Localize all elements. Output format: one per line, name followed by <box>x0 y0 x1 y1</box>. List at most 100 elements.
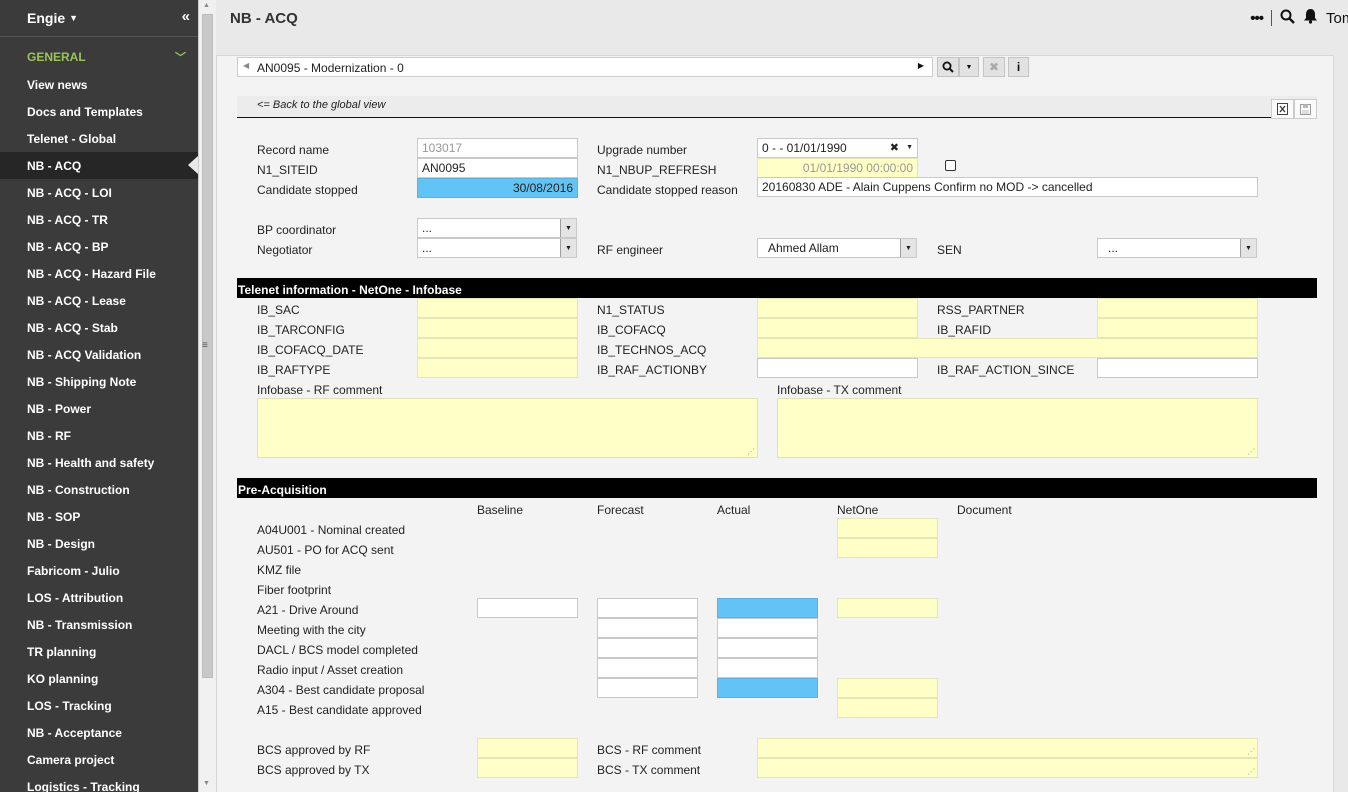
sidebar-item[interactable]: LOS - Attribution <box>0 584 198 611</box>
a304-actual-field[interactable] <box>717 678 818 698</box>
radio-input-forecast-field[interactable] <box>597 658 698 678</box>
a21-netone-field[interactable] <box>837 598 938 618</box>
sidebar-item[interactable]: KO planning <box>0 665 198 692</box>
dropdown-arrow-icon[interactable]: ▼ <box>1240 239 1256 257</box>
ib-raf-actionby-field[interactable] <box>757 358 918 378</box>
a04u001-netone-field[interactable] <box>837 518 938 538</box>
chevron-down-icon[interactable]: ﹀ <box>175 49 186 65</box>
dropdown-arrow-icon[interactable]: ▼ <box>560 239 576 257</box>
au501-netone-field[interactable] <box>837 538 938 558</box>
sidebar-group-general[interactable]: GENERAL ﹀ <box>0 43 198 71</box>
search-icon[interactable] <box>1280 9 1295 28</box>
bp-coordinator-select[interactable]: ... ▼ <box>417 218 577 238</box>
infobase-rf-comment-textarea[interactable]: ⋰ <box>257 398 758 458</box>
brand-name[interactable]: Engie <box>27 10 65 26</box>
a304-netone-field[interactable] <box>837 678 938 698</box>
sidebar-item[interactable]: NB - ACQ - Stab <box>0 314 198 341</box>
dropdown-arrow-icon[interactable]: ▼ <box>900 239 916 257</box>
candidate-stopped-field[interactable]: 30/08/2016 <box>417 178 578 198</box>
sidebar-item[interactable]: Telenet - Global <box>0 125 198 152</box>
sidebar-item[interactable]: Docs and Templates <box>0 98 198 125</box>
save-icon[interactable] <box>1294 99 1317 119</box>
sidebar-item[interactable]: Logistics - Tracking <box>0 773 198 792</box>
rf-engineer-select[interactable]: Ahmed Allam ▼ <box>757 238 917 258</box>
sidebar-item[interactable]: NB - ACQ <box>0 152 198 179</box>
next-record-icon[interactable]: ▶ <box>918 61 924 70</box>
user-name[interactable]: Tom <box>1326 10 1348 27</box>
negotiator-select[interactable]: ... ▼ <box>417 238 577 258</box>
search-record-button[interactable] <box>937 57 959 77</box>
sidebar-item[interactable]: NB - ACQ - LOI <box>0 179 198 206</box>
sidebar-item[interactable]: View news <box>0 71 198 98</box>
sidebar-item[interactable]: NB - Health and safety <box>0 449 198 476</box>
sidebar-item[interactable]: NB - ACQ - Hazard File <box>0 260 198 287</box>
meeting-city-actual-field[interactable] <box>717 618 818 638</box>
sidebar-item[interactable]: NB - ACQ Validation <box>0 341 198 368</box>
bcs-rf-comment-field[interactable]: ⋰ <box>757 738 1258 758</box>
a304-forecast-field[interactable] <box>597 678 698 698</box>
sidebar-item[interactable]: NB - ACQ - Lease <box>0 287 198 314</box>
record-name-field[interactable]: 103017 <box>417 138 578 158</box>
a15-netone-field[interactable] <box>837 698 938 718</box>
bell-icon[interactable] <box>1303 8 1318 28</box>
caret-down-icon[interactable]: ▼ <box>69 13 78 23</box>
bcs-approved-tx-field[interactable] <box>477 758 578 778</box>
bcs-approved-rf-field[interactable] <box>477 738 578 758</box>
sidebar-item[interactable]: Fabricom - Julio <box>0 557 198 584</box>
sidebar-item[interactable]: NB - ACQ - BP <box>0 233 198 260</box>
sidebar-item[interactable]: NB - Construction <box>0 476 198 503</box>
dropdown-arrow-icon[interactable]: ▼ <box>560 219 576 237</box>
sidebar-item[interactable]: NB - Shipping Note <box>0 368 198 395</box>
resize-grip-icon[interactable]: ⋰ <box>747 447 755 456</box>
meeting-city-forecast-field[interactable] <box>597 618 698 638</box>
sidebar-item[interactable]: NB - Design <box>0 530 198 557</box>
collapse-sidebar-icon[interactable]: « <box>182 8 190 25</box>
radio-input-actual-field[interactable] <box>717 658 818 678</box>
nbup-refresh-checkbox[interactable] <box>945 160 956 171</box>
ib-technos-acq-field[interactable] <box>757 338 1258 358</box>
sidebar-item[interactable]: NB - SOP <box>0 503 198 530</box>
resize-grip-icon[interactable]: ⋰ <box>1247 447 1255 456</box>
infobase-section-header[interactable]: Telenet information - NetOne - Infobase <box>237 278 1317 298</box>
sidebar-item[interactable]: Camera project <box>0 746 198 773</box>
info-button[interactable]: i <box>1008 57 1029 77</box>
sen-select[interactable]: ... ▼ <box>1097 238 1257 258</box>
sidebar-header[interactable]: Engie ▼ « <box>0 0 198 36</box>
sidebar-item[interactable]: NB - Power <box>0 395 198 422</box>
a21-actual-field[interactable] <box>717 598 818 618</box>
ib-cofacq-date-field[interactable] <box>417 338 578 358</box>
n1-status-field[interactable] <box>757 298 918 318</box>
resize-grip-icon[interactable]: ⋰ <box>1247 747 1255 756</box>
pre-acquisition-section-header[interactable]: Pre-Acquisition <box>237 478 1317 498</box>
record-selector[interactable]: ◀ AN0095 - Modernization - 0 ▶ <box>237 57 933 77</box>
a21-forecast-field[interactable] <box>597 598 698 618</box>
sidebar-item[interactable]: NB - RF <box>0 422 198 449</box>
sidebar-item[interactable]: LOS - Tracking <box>0 692 198 719</box>
clear-icon[interactable]: ✖ <box>890 141 899 154</box>
ib-sac-field[interactable] <box>417 298 578 318</box>
infobase-tx-comment-textarea[interactable]: ⋰ <box>777 398 1258 458</box>
sidebar-item[interactable]: NB - ACQ - TR <box>0 206 198 233</box>
caret-down-icon[interactable]: ▼ <box>906 144 913 151</box>
sidebar-scrollbar[interactable]: ▲ ≡ ▼ <box>198 0 216 792</box>
a21-baseline-field[interactable] <box>477 598 578 618</box>
scroll-down-arrow-icon[interactable]: ▼ <box>203 780 210 787</box>
ib-rafid-field[interactable] <box>1097 318 1258 338</box>
ib-raf-action-since-field[interactable] <box>1097 358 1258 378</box>
previous-record-icon[interactable]: ◀ <box>243 61 249 70</box>
splitter-grip-icon[interactable]: ≡ <box>202 340 208 351</box>
ib-tarconfig-field[interactable] <box>417 318 578 338</box>
clear-record-button[interactable]: ✖ <box>983 57 1005 77</box>
bcs-tx-comment-field[interactable]: ⋰ <box>757 758 1258 778</box>
n1-siteid-field[interactable]: AN0095 <box>417 158 578 178</box>
nbup-refresh-field[interactable]: 01/01/1990 00:00:00 <box>757 158 918 178</box>
search-dropdown-button[interactable]: ▼ <box>959 57 979 77</box>
ib-raftype-field[interactable] <box>417 358 578 378</box>
dacl-forecast-field[interactable] <box>597 638 698 658</box>
resize-grip-icon[interactable]: ⋰ <box>1247 767 1255 776</box>
sidebar-item[interactable]: NB - Acceptance <box>0 719 198 746</box>
candidate-stopped-reason-field[interactable]: 20160830 ADE - Alain Cuppens Confirm no … <box>757 177 1258 197</box>
sidebar-item[interactable]: NB - Transmission <box>0 611 198 638</box>
rss-partner-field[interactable] <box>1097 298 1258 318</box>
sidebar-item[interactable]: TR planning <box>0 638 198 665</box>
